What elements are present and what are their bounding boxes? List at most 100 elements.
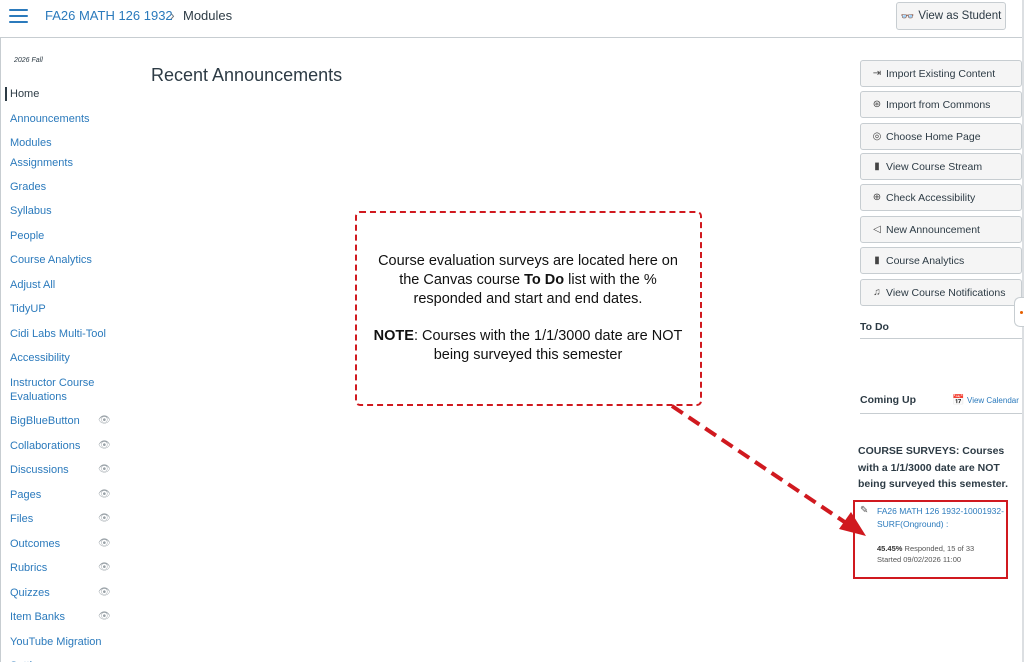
left-border [0, 38, 1, 662]
menu-icon[interactable] [9, 9, 28, 25]
hidden-eye-icon: 👁 [98, 562, 111, 573]
nav-item-discussions[interactable]: Discussions 👁 [5, 463, 120, 477]
nav-item-label: Collaborations [10, 440, 81, 452]
todo-divider [860, 338, 1022, 339]
coming-up-heading: Coming Up [860, 394, 916, 406]
nav-item-bigbluebutton[interactable]: BigBlueButton 👁 [5, 414, 120, 428]
nav-item-cidi-labs-multi-tool[interactable]: Cidi Labs Multi-Tool [5, 327, 120, 341]
target-icon: ◎ [872, 131, 882, 142]
hidden-eye-icon: 👁 [98, 489, 111, 500]
survey-response-stat: 45.45% Responded, 15 of 33 [877, 544, 975, 553]
nav-item-home[interactable]: Home [5, 87, 120, 101]
term-label: 2026 Fall [14, 57, 43, 64]
nav-item-tidyup[interactable]: TidyUP [5, 302, 120, 316]
choose-home-page-button[interactable]: ◎ Choose Home Page [860, 123, 1022, 150]
nav-item-label: Outcomes [10, 538, 61, 550]
survey-item: ✎ FA26 MATH 126 1932-10001932-SURF(Ongro… [853, 500, 1008, 579]
nav-item-label: Announcements [10, 113, 90, 125]
nav-item-label: Accessibility [10, 352, 70, 364]
hidden-eye-icon: 👁 [98, 513, 111, 524]
import-icon: ⇥ [872, 68, 882, 79]
view-course-stream-button[interactable]: ▮ View Course Stream [860, 153, 1022, 180]
accessibility-icon: ⊕ [872, 192, 882, 203]
bell-icon: ♫ [873, 287, 881, 298]
hidden-eye-icon: 👁 [98, 611, 111, 622]
import-from-commons-button[interactable]: ⊛ Import from Commons [860, 91, 1022, 118]
nav-item-files[interactable]: Files 👁 [5, 512, 120, 526]
check-accessibility-button[interactable]: ⊕ Check Accessibility [860, 184, 1022, 211]
nav-item-label: Adjust All [10, 279, 56, 291]
nav-item-label: Quizzes [10, 587, 50, 599]
view-course-notifications-button[interactable]: ♫ View Course Notifications [860, 279, 1022, 306]
button-label: Check Accessibility [886, 191, 976, 204]
nav-item-label: Home [10, 88, 40, 100]
view-calendar-link[interactable]: View Calendar [967, 396, 1019, 405]
survey-link[interactable]: FA26 MATH 126 1932-10001932-SURF(Ongroun… [877, 505, 1005, 531]
nav-item-label: Modules [10, 137, 52, 149]
hidden-eye-icon: 👁 [98, 587, 111, 598]
nav-item-collaborations[interactable]: Collaborations 👁 [5, 439, 120, 453]
nav-item-modules[interactable]: Modules [5, 136, 120, 150]
nav-item-instructor-course-evaluations[interactable]: Instructor Course Evaluations [5, 376, 120, 404]
nav-item-label: Syllabus [10, 205, 52, 217]
nav-item-label: Files [10, 513, 34, 525]
megaphone-icon: ◁ [873, 224, 881, 235]
nav-item-label: Assignments [10, 157, 73, 169]
import-existing-content-button[interactable]: ⇥ Import Existing Content [860, 60, 1022, 87]
survey-icon: ✎ [860, 505, 869, 516]
hidden-eye-icon: 👁 [98, 464, 111, 475]
bar-chart-icon: ▮ [874, 161, 880, 172]
survey-start-date: Started 09/02/2026 11:00 [877, 555, 962, 564]
nav-item-label: Course Analytics [10, 254, 92, 266]
breadcrumb-current-page: Modules [183, 8, 233, 23]
nav-item-rubrics[interactable]: Rubrics 👁 [5, 561, 120, 575]
new-announcement-button[interactable]: ◁ New Announcement [860, 216, 1022, 243]
breadcrumb-course-link[interactable]: FA26 MATH 126 1932 [45, 8, 173, 23]
nav-item-label: Item Banks [10, 611, 66, 623]
annotation-callout: Course evaluation surveys are located he… [355, 211, 702, 406]
nav-item-label: Grades [10, 181, 47, 193]
top-bar: FA26 MATH 126 1932 › Modules 👓 View as S… [0, 0, 1024, 38]
button-label: Choose Home Page [886, 130, 981, 143]
nav-item-announcements[interactable]: Announcements [5, 112, 120, 126]
nav-item-label: YouTube Migration [10, 636, 102, 648]
survey-note: COURSE SURVEYS: Courses with a 1/1/3000 … [858, 445, 1008, 490]
nav-item-grades[interactable]: Grades [5, 180, 120, 194]
button-label: New Announcement [886, 223, 980, 236]
breadcrumb-separator: › [170, 7, 175, 23]
view-as-student-button[interactable]: 👓 View as Student [896, 2, 1006, 30]
calendar-icon: 📅 [952, 395, 965, 406]
nav-item-youtube-migration[interactable]: YouTube Migration [5, 635, 120, 649]
nav-item-quizzes[interactable]: Quizzes 👁 [5, 586, 120, 600]
nav-item-accessibility[interactable]: Accessibility [5, 351, 120, 365]
nav-item-course-analytics[interactable]: Course Analytics [5, 253, 120, 267]
coming-up-divider [860, 413, 1022, 414]
hidden-eye-icon: 👁 [98, 415, 111, 426]
nav-item-outcomes[interactable]: Outcomes 👁 [5, 537, 120, 551]
nav-item-syllabus[interactable]: Syllabus [5, 204, 120, 218]
nav-item-label: Cidi Labs Multi-Tool [10, 328, 106, 340]
nav-item-label: Instructor Course Evaluations [10, 377, 95, 403]
nav-item-label: People [10, 230, 45, 242]
nav-item-assignments[interactable]: Assignments [5, 156, 120, 170]
button-label: View Course Stream [886, 160, 983, 173]
side-tab[interactable] [1014, 297, 1024, 327]
todo-heading: To Do [860, 321, 889, 333]
button-label: View Course Notifications [886, 286, 1006, 299]
nav-item-label: Pages [10, 489, 42, 501]
nav-item-label: Rubrics [10, 562, 48, 574]
button-label: Import from Commons [886, 98, 991, 111]
bar-chart-icon: ▮ [874, 255, 880, 266]
nav-item-people[interactable]: People [5, 229, 120, 243]
nav-item-label: TidyUP [10, 303, 46, 315]
button-label: Import Existing Content [886, 67, 996, 80]
nav-item-pages[interactable]: Pages 👁 [5, 488, 120, 502]
nav-item-adjust-all[interactable]: Adjust All [5, 278, 120, 292]
course-analytics-button[interactable]: ▮ Course Analytics [860, 247, 1022, 274]
nav-item-item-banks[interactable]: Item Banks 👁 [5, 610, 120, 624]
callout-text-1: Course evaluation surveys are located he… [378, 253, 678, 307]
page-title: Recent Announcements [151, 65, 343, 85]
nav-item-label: Discussions [10, 464, 69, 476]
button-label: Course Analytics [886, 254, 965, 267]
commons-icon: ⊛ [872, 99, 882, 110]
